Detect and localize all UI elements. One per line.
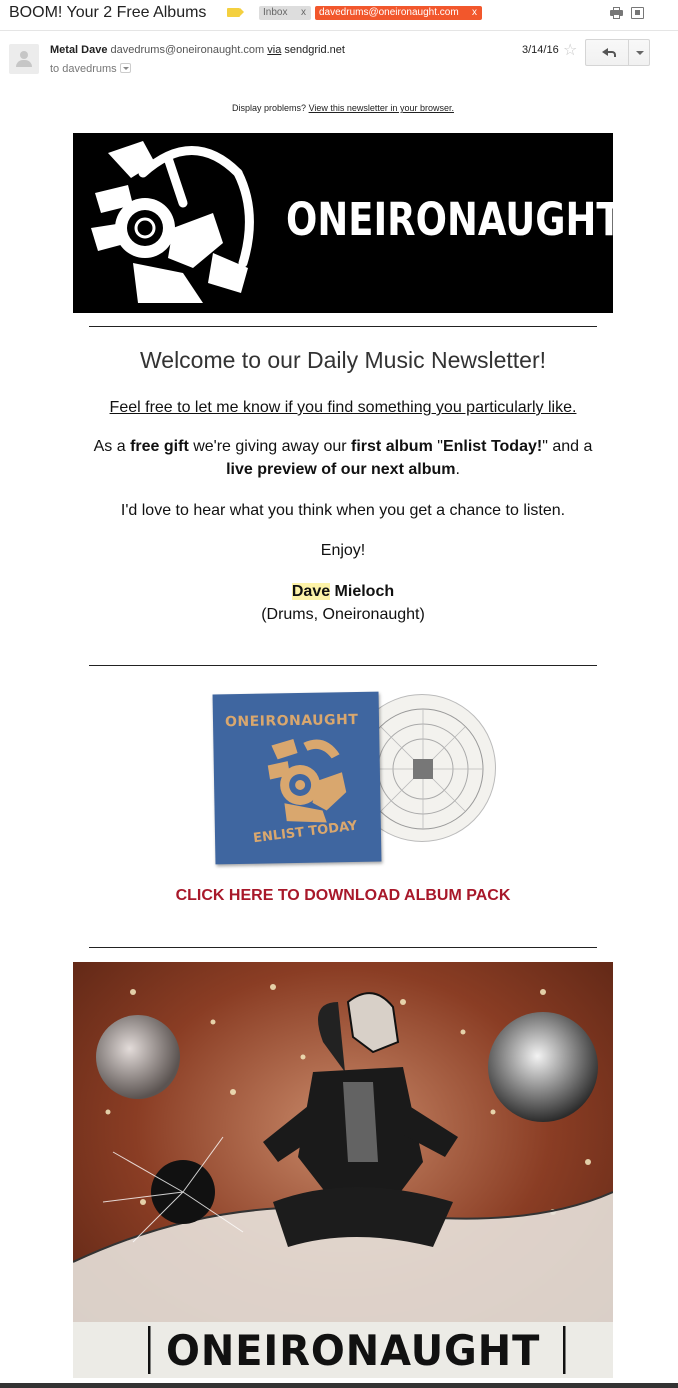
- artwork-brand-text: ONEIRONAUGHT: [166, 1326, 541, 1375]
- section-divider: [89, 947, 597, 948]
- recipient-text: to davedrums: [50, 63, 117, 75]
- signature-name: Dave Mieloch: [0, 580, 678, 603]
- star-icon[interactable]: ☆: [563, 40, 577, 60]
- gift-text: " and a: [542, 438, 593, 455]
- gift-text: .: [455, 461, 460, 478]
- reply-button[interactable]: [586, 40, 629, 65]
- download-album-pack-link[interactable]: CLICK HERE TO DOWNLOAD ALBUM PACK: [0, 887, 678, 905]
- display-problems-line: Display problems? View this newsletter i…: [0, 103, 678, 113]
- header-divider: [0, 30, 678, 31]
- view-in-browser-link[interactable]: View this newsletter in your browser.: [309, 103, 454, 113]
- bottom-scroll-edge: [0, 1383, 678, 1388]
- newsletter-heading: Welcome to our Daily Music Newsletter!: [139, 347, 547, 373]
- avatar[interactable]: [9, 44, 39, 74]
- listen-request-text: I'd love to hear what you think when you…: [120, 502, 566, 519]
- signature-first-name: Dave: [291, 583, 331, 600]
- gift-text: ": [432, 438, 443, 455]
- gift-bold: live preview of our next album: [226, 461, 456, 478]
- label-address-text: davedrums@oneironaught.com: [319, 7, 459, 18]
- gift-bold: first album: [351, 438, 433, 455]
- sender-row: Metal Dave davedrums@oneironaught.com vi…: [0, 36, 678, 86]
- sender-line: Metal Dave davedrums@oneironaught.com vi…: [50, 44, 345, 56]
- label-inbox-text: Inbox: [263, 7, 288, 18]
- label-address[interactable]: davedrums@oneironaught.com x: [315, 6, 482, 20]
- remove-label-inbox-button[interactable]: x: [301, 6, 306, 20]
- recipient-line: to davedrums: [50, 63, 131, 75]
- more-actions-dropdown[interactable]: [630, 40, 650, 65]
- signature-last-name: Mieloch: [330, 583, 395, 600]
- section-divider: [89, 665, 597, 666]
- print-icon[interactable]: [610, 7, 623, 19]
- via-link[interactable]: via: [267, 44, 281, 56]
- enjoy-text: Enjoy!: [320, 542, 366, 559]
- gift-text: As a: [93, 438, 131, 455]
- cosmic-artwork-image: ONEIRONAUGHT: [73, 962, 613, 1378]
- important-marker-icon[interactable]: [227, 8, 244, 17]
- gift-bold: free gift: [130, 438, 189, 455]
- free-gift-paragraph: As a free gift we're giving away our fir…: [0, 435, 678, 481]
- album-cover: ONEIRONAUGHT ENLIST TODAY: [212, 691, 382, 865]
- section-divider: [89, 326, 597, 327]
- album-pack-image[interactable]: ONEIRONAUGHT ENLIST TODAY: [212, 690, 496, 870]
- label-inbox[interactable]: Inbox x: [259, 6, 311, 20]
- email-subject: BOOM! Your 2 Free Albums: [9, 4, 207, 21]
- sender-name[interactable]: Metal Dave: [50, 44, 107, 56]
- new-window-icon[interactable]: [631, 7, 644, 19]
- gift-text: we're giving away our: [188, 438, 352, 455]
- reply-button-group: [585, 39, 650, 66]
- feel-free-text: Feel free to let me know if you find som…: [109, 399, 577, 416]
- gift-bold: Enlist Today!: [442, 438, 543, 455]
- signature-role: (Drums, Oneironaught): [261, 606, 425, 623]
- reply-arrow-icon: [602, 48, 616, 57]
- banner-brand-text: ONEIRONAUGHT: [286, 193, 613, 246]
- via-domain: sendgrid.net: [284, 44, 345, 56]
- header-banner: ONEIRONAUGHT: [73, 133, 613, 313]
- remove-label-address-button[interactable]: x: [472, 6, 477, 20]
- email-date: 3/14/16: [522, 44, 559, 56]
- subject-bar: BOOM! Your 2 Free Albums Inbox x davedru…: [0, 0, 678, 30]
- show-details-chevron-down-icon[interactable]: [119, 63, 131, 73]
- sender-email: davedrums@oneironaught.com: [110, 44, 265, 56]
- display-problems-text: Display problems?: [232, 103, 307, 113]
